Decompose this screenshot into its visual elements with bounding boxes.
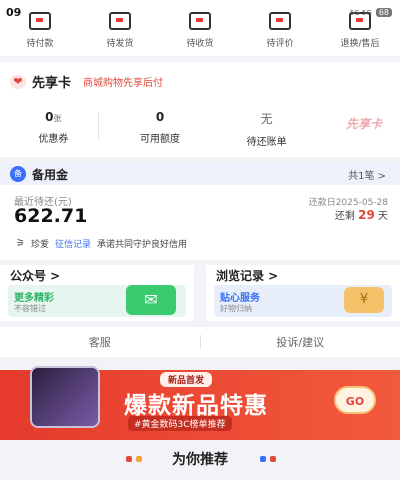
stat-coupons[interactable]: 0张 优惠券 xyxy=(0,110,107,148)
remain-prefix: 还剩 xyxy=(334,211,355,222)
credit-record-link[interactable]: 征信记录 xyxy=(55,237,91,250)
xianxiangka-panel[interactable]: ❤ 先享卡 商城购物先享后付 0张 优惠券 0 可用额度 无 待还账单 先享卡 xyxy=(0,62,400,157)
order-tab-label: 退换/售后 xyxy=(340,39,380,49)
stat-label: 可用额度 xyxy=(140,134,180,145)
card-inner[interactable]: 更多精彩 不容错过 ✉ xyxy=(8,285,186,317)
wallet-icon xyxy=(29,12,51,30)
xxk-stats: 0张 优惠券 0 可用额度 无 待还账单 xyxy=(0,110,320,148)
stat-label: 待还账单 xyxy=(246,137,287,148)
recommend-title: 为你推荐 xyxy=(172,452,228,468)
order-tab-label: 待评价 xyxy=(266,39,294,49)
wechat-icon: ✉ xyxy=(126,285,176,315)
decor-dot xyxy=(136,456,142,462)
complaint-button[interactable]: 投诉/建议 xyxy=(201,334,400,350)
order-tab-pending-shipment[interactable]: 待发货 xyxy=(80,0,160,56)
inner-title: 更多精彩 xyxy=(14,293,54,304)
card-inner[interactable]: 贴心服务 好物归纳 ¥ xyxy=(214,285,392,317)
comment-icon xyxy=(269,12,291,30)
byj-remaining-days: 还剩 29 天 xyxy=(335,207,388,222)
banner-subline: #黄金数码3C榜单推荐 xyxy=(128,416,232,431)
xxk-desc: 商城购物先享后付 xyxy=(83,78,164,89)
xxk-name: 先享卡 xyxy=(32,76,72,91)
browse-history-card[interactable]: 浏览记录 > 贴心服务 好物归纳 ¥ xyxy=(206,265,400,321)
order-tab-label: 待收货 xyxy=(186,39,214,49)
credit-notice: ⚞ 珍爱 征信记录 承诺共同守护良好信用 xyxy=(16,237,187,250)
foot-text: 承诺共同守护良好信用 xyxy=(97,240,188,250)
coin-stack-icon: ¥ xyxy=(344,287,384,313)
foot-brand: 珍爱 xyxy=(30,240,49,250)
truck-icon xyxy=(189,12,211,30)
heart-icon: ❤ xyxy=(10,74,26,89)
box-icon xyxy=(109,12,131,30)
stat-pending-bill[interactable]: 无 待还账单 xyxy=(213,110,320,148)
status-indicators: 5G 5G 68 xyxy=(350,8,392,17)
beiyongjin-panel[interactable]: 备 备用金 共1笔 > 最近待还(元) 622.71 还款日2025-05-28… xyxy=(0,163,400,260)
service-row: 客服 投诉/建议 xyxy=(0,327,400,357)
inner-sub: 好物归纳 xyxy=(220,304,252,313)
stat-available-limit[interactable]: 0 可用额度 xyxy=(107,110,214,148)
stat-value: 无 xyxy=(260,112,273,126)
order-status-bar: 待付款 待发货 待收货 待评价 退换/售后 xyxy=(0,0,400,56)
banner-go-button[interactable]: GO xyxy=(334,386,376,414)
stat-label: 优惠券 xyxy=(38,134,69,145)
byj-count-link[interactable]: 共1笔 > xyxy=(348,167,386,182)
stat-value: 0 xyxy=(45,110,54,124)
network-indicator: 5G 5G xyxy=(349,8,372,17)
decor-dot xyxy=(270,456,276,462)
promo-banner[interactable]: 新品首发 爆款新品特惠 #黄金数码3C榜单推荐 GO xyxy=(0,366,400,440)
stat-value: 0 xyxy=(155,110,165,124)
byj-amount: 622.71 xyxy=(14,205,88,227)
order-tab-pending-receipt[interactable]: 待收货 xyxy=(160,0,240,56)
byj-title: 备用金 xyxy=(32,168,69,182)
inner-sub: 不容错过 xyxy=(14,304,46,313)
byj-header: 备 备用金 共1笔 > xyxy=(0,163,400,185)
stat-unit: 张 xyxy=(53,114,62,123)
zhenai-logo-icon: ⚞ xyxy=(16,238,25,249)
product-feed-top xyxy=(0,480,400,494)
order-tab-label: 待发货 xyxy=(106,39,134,49)
decor-dot xyxy=(260,456,266,462)
order-tab-label: 待付款 xyxy=(26,39,54,49)
divider xyxy=(98,112,99,140)
order-tab-pending-review[interactable]: 待评价 xyxy=(240,0,320,56)
banner-headline: 爆款新品特惠 xyxy=(124,393,268,419)
battery-icon: 68 xyxy=(375,8,392,17)
official-account-card[interactable]: 公众号 > 更多精彩 不容错过 ✉ xyxy=(0,265,194,321)
card-title: 浏览记录 > xyxy=(216,269,279,283)
status-time: 09 xyxy=(6,6,22,19)
inner-title: 贴心服务 xyxy=(220,293,260,304)
decor-dot xyxy=(126,456,132,462)
banner-tag: 新品首发 xyxy=(160,372,213,387)
customer-service-button[interactable]: 客服 xyxy=(0,334,200,350)
xxk-logo: 先享卡 xyxy=(345,117,382,131)
phone-product-image xyxy=(30,366,100,428)
remain-suffix: 天 xyxy=(378,211,388,222)
reserve-fund-icon: 备 xyxy=(10,166,26,182)
card-title: 公众号 > xyxy=(10,269,61,283)
remain-days: 29 xyxy=(358,208,375,222)
xxk-header: ❤ 先享卡 商城购物先享后付 xyxy=(10,72,163,91)
